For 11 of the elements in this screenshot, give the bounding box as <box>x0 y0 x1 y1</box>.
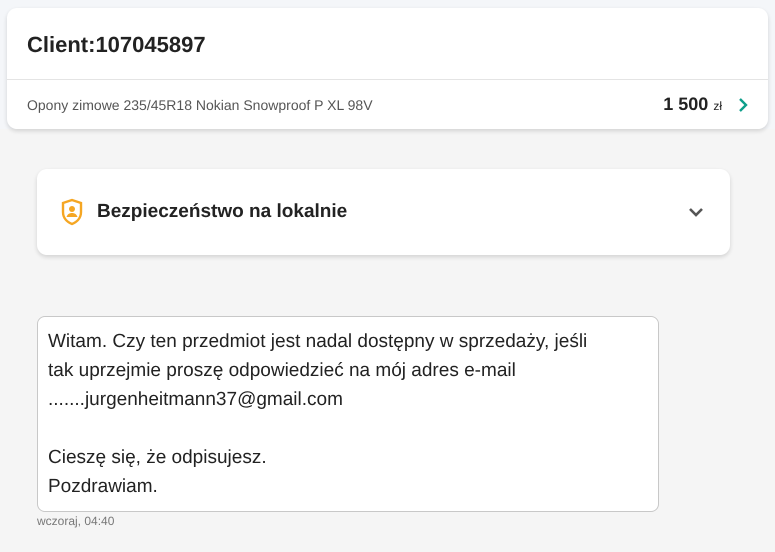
price: 1 500 zł <box>663 94 722 115</box>
safety-panel[interactable]: Bezpieczeństwo na lokalnie <box>37 169 730 255</box>
message-time: wczoraj, 04:40 <box>37 514 116 528</box>
listing-link[interactable]: Opony zimowe 235/45R18 Nokian Snowproof P XL 98V 1 500 zł <box>7 80 768 129</box>
client-title: Client:107045897 <box>7 8 768 80</box>
message-text: Witam. Czy ten przedmiot jest nadal dostępny w sprzedaży, jeśli tak uprzejmie proszę odpowiedzieć na mój adres e-mail .......jurgenheitmann37@gmail.com <box>48 330 588 412</box>
shield-person-icon <box>61 198 83 226</box>
listing-title: Opony zimowe 235/45R18 Nokian Snowproof P XL 98V <box>27 96 374 112</box>
safety-title: Bezpieczeństwo na lokalnie <box>97 201 348 223</box>
chevron-right-icon <box>738 96 748 112</box>
message-text: Cieszę się, że odpisujesz. Pozdrawiam. <box>48 446 268 499</box>
